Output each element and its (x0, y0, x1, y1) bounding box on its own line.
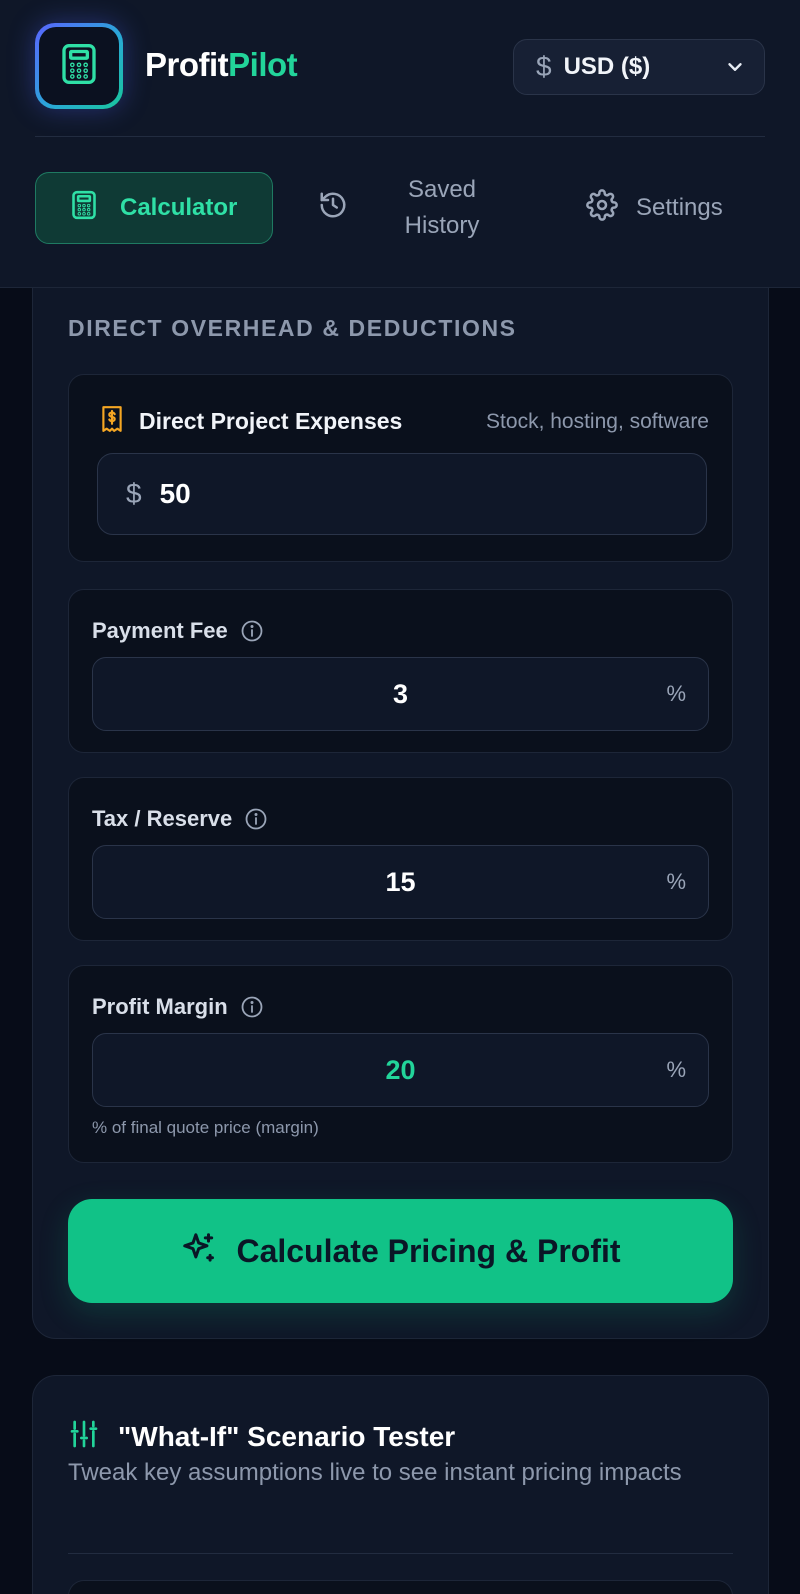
direct-expenses-hint: Stock, hosting, software (486, 409, 709, 433)
tab-calculator-label: Calculator (120, 194, 238, 221)
currency-value: USD ($) (563, 53, 651, 80)
app-header: ProfitPilot $ USD ($) Calculator Saved H… (0, 0, 800, 288)
tab-saved-history[interactable]: Saved History (318, 172, 492, 244)
tab-settings[interactable]: Settings (586, 172, 723, 244)
tax-reserve-input[interactable]: 15 % (92, 845, 709, 919)
what-if-subtitle: Tweak key assumptions live to see instan… (68, 1459, 682, 1486)
info-icon[interactable] (244, 807, 268, 831)
currency-select[interactable]: $ USD ($) (513, 39, 765, 95)
page: ProfitPilot $ USD ($) Calculator Saved H… (0, 0, 800, 1594)
sliders-icon (68, 1418, 100, 1455)
direct-expenses-value: 50 (159, 478, 191, 509)
sparkles-icon (180, 1230, 218, 1273)
payment-fee-input[interactable]: 3 % (92, 657, 709, 731)
section-title: DIRECT OVERHEAD & DEDUCTIONS (68, 315, 517, 341)
tax-reserve-label-row: Tax / Reserve (92, 806, 268, 832)
percent-unit: % (666, 681, 686, 706)
payment-fee-label: Payment Fee (92, 618, 228, 643)
profit-margin-label: Profit Margin (92, 994, 228, 1019)
receipt-icon (99, 405, 125, 438)
profit-margin-hint: % of final quote price (margin) (92, 1118, 319, 1137)
tab-calculator[interactable]: Calculator (35, 172, 273, 244)
header-divider (35, 136, 765, 137)
calculator-icon (70, 189, 98, 228)
payment-fee-value: 3 (392, 678, 409, 709)
info-icon[interactable] (240, 995, 264, 1019)
profit-margin-box: Profit Margin 20 % % of final quote pric… (68, 965, 733, 1163)
tax-reserve-box: Tax / Reserve 15 % (68, 777, 733, 941)
direct-expenses-box: Direct Project Expenses Stock, hosting, … (68, 374, 733, 562)
payment-fee-box: Payment Fee 3 % (68, 589, 733, 753)
tab-saved-history-label: Saved History (404, 176, 480, 239)
dollar-icon: $ (536, 51, 552, 82)
dollar-icon: $ (126, 478, 142, 509)
history-icon (318, 190, 348, 227)
what-if-divider (68, 1553, 733, 1554)
gear-icon (586, 188, 618, 228)
direct-expenses-label: Direct Project Expenses (139, 408, 403, 434)
percent-unit: % (666, 869, 686, 894)
chevron-down-icon (724, 56, 746, 78)
direct-expenses-input[interactable]: $ 50 (97, 453, 707, 535)
profit-margin-value: 20 (385, 1054, 416, 1085)
logo[interactable] (39, 27, 119, 105)
what-if-title: "What-If" Scenario Tester (118, 1420, 456, 1452)
payment-fee-label-row: Payment Fee (92, 618, 264, 644)
tax-reserve-value: 15 (385, 866, 416, 897)
brand-name-part2: Pilot (228, 46, 298, 83)
brand-name: ProfitPilot (145, 46, 298, 84)
info-icon[interactable] (240, 619, 264, 643)
brand-name-part1: Profit (145, 46, 229, 83)
what-if-controls-box (68, 1580, 733, 1594)
what-if-header: "What-If" Scenario Tester (68, 1418, 455, 1455)
calculator-icon (59, 42, 99, 91)
calculate-button[interactable]: Calculate Pricing & Profit (68, 1199, 733, 1303)
direct-expenses-header: Direct Project Expenses Stock, hosting, … (99, 405, 709, 438)
calculate-button-label: Calculate Pricing & Profit (236, 1232, 621, 1269)
profit-margin-label-row: Profit Margin (92, 994, 264, 1020)
tax-reserve-label: Tax / Reserve (92, 806, 233, 831)
tab-settings-label: Settings (636, 194, 723, 221)
profit-margin-input[interactable]: 20 % (92, 1033, 709, 1107)
percent-unit: % (666, 1057, 686, 1082)
